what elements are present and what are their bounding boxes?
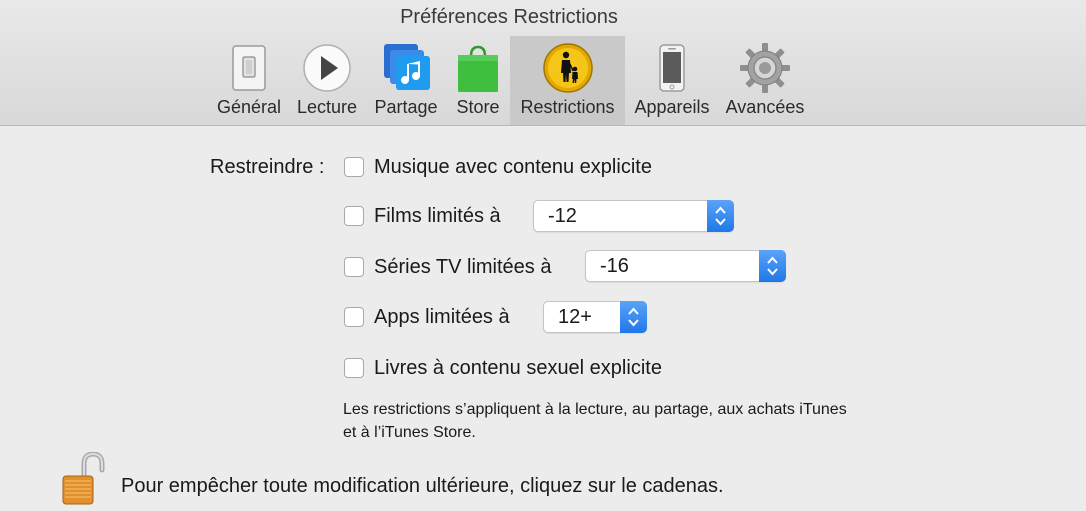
iphone-icon	[646, 42, 698, 94]
tab-store[interactable]: Store	[450, 36, 506, 125]
tab-appareils[interactable]: Appareils	[629, 36, 715, 125]
books-explicit-checkbox[interactable]	[344, 358, 364, 378]
switch-icon	[223, 42, 275, 94]
gear-icon	[739, 42, 791, 94]
music-share-icon	[380, 42, 432, 94]
restrictions-note: Les restrictions s’appliquent à la lectu…	[343, 401, 847, 441]
tab-label: Store	[456, 97, 500, 117]
tv-limit-checkbox[interactable]	[344, 257, 364, 277]
tab-partage[interactable]: Partage	[368, 36, 444, 125]
window-title: Préférences Restrictions	[400, 6, 618, 28]
tab-label: Avancées	[725, 97, 805, 117]
unlocked-padlock-icon[interactable]	[60, 451, 106, 506]
tab-general[interactable]: Général	[212, 36, 286, 125]
tab-label: Partage	[374, 97, 438, 117]
checkbox-label[interactable]: Musique avec contenu explicite	[374, 156, 652, 179]
movies-limit-checkbox[interactable]	[344, 206, 364, 226]
music-explicit-checkbox[interactable]	[344, 157, 364, 177]
select-value: -12	[548, 205, 577, 227]
restrict-heading: Restreindre :	[210, 156, 325, 178]
select-value: 12+	[558, 306, 592, 328]
checkbox-label[interactable]: Films limités à	[374, 205, 501, 228]
tab-label: Général	[216, 97, 282, 117]
checkbox-label[interactable]: Livres à contenu sexuel explicite	[374, 357, 662, 380]
shopping-bag-icon	[452, 42, 504, 94]
tab-avancees[interactable]: Avancées	[721, 36, 809, 125]
tab-lecture[interactable]: Lecture	[292, 36, 362, 125]
lock-instruction: Pour empêcher toute modification ultérie…	[121, 475, 724, 497]
movies-rating-select[interactable]: -12	[533, 200, 734, 232]
tab-restrictions[interactable]: Restrictions	[510, 36, 625, 125]
select-stepper-icon	[759, 250, 786, 282]
tab-label: Restrictions	[520, 97, 615, 117]
select-stepper-icon	[620, 301, 647, 333]
checkbox-label[interactable]: Apps limitées à	[374, 306, 510, 329]
tab-label: Appareils	[634, 97, 710, 117]
apps-limit-checkbox[interactable]	[344, 307, 364, 327]
play-icon	[301, 42, 353, 94]
tab-label: Lecture	[296, 97, 358, 117]
select-value: -16	[600, 255, 629, 277]
select-stepper-icon	[707, 200, 734, 232]
parental-controls-icon	[542, 42, 594, 94]
tv-rating-select[interactable]: -16	[585, 250, 786, 282]
checkbox-label[interactable]: Séries TV limitées à	[374, 256, 551, 279]
apps-rating-select[interactable]: 12+	[543, 301, 647, 333]
toolbar: Préférences Restrictions Général Lecture	[0, 0, 1086, 126]
